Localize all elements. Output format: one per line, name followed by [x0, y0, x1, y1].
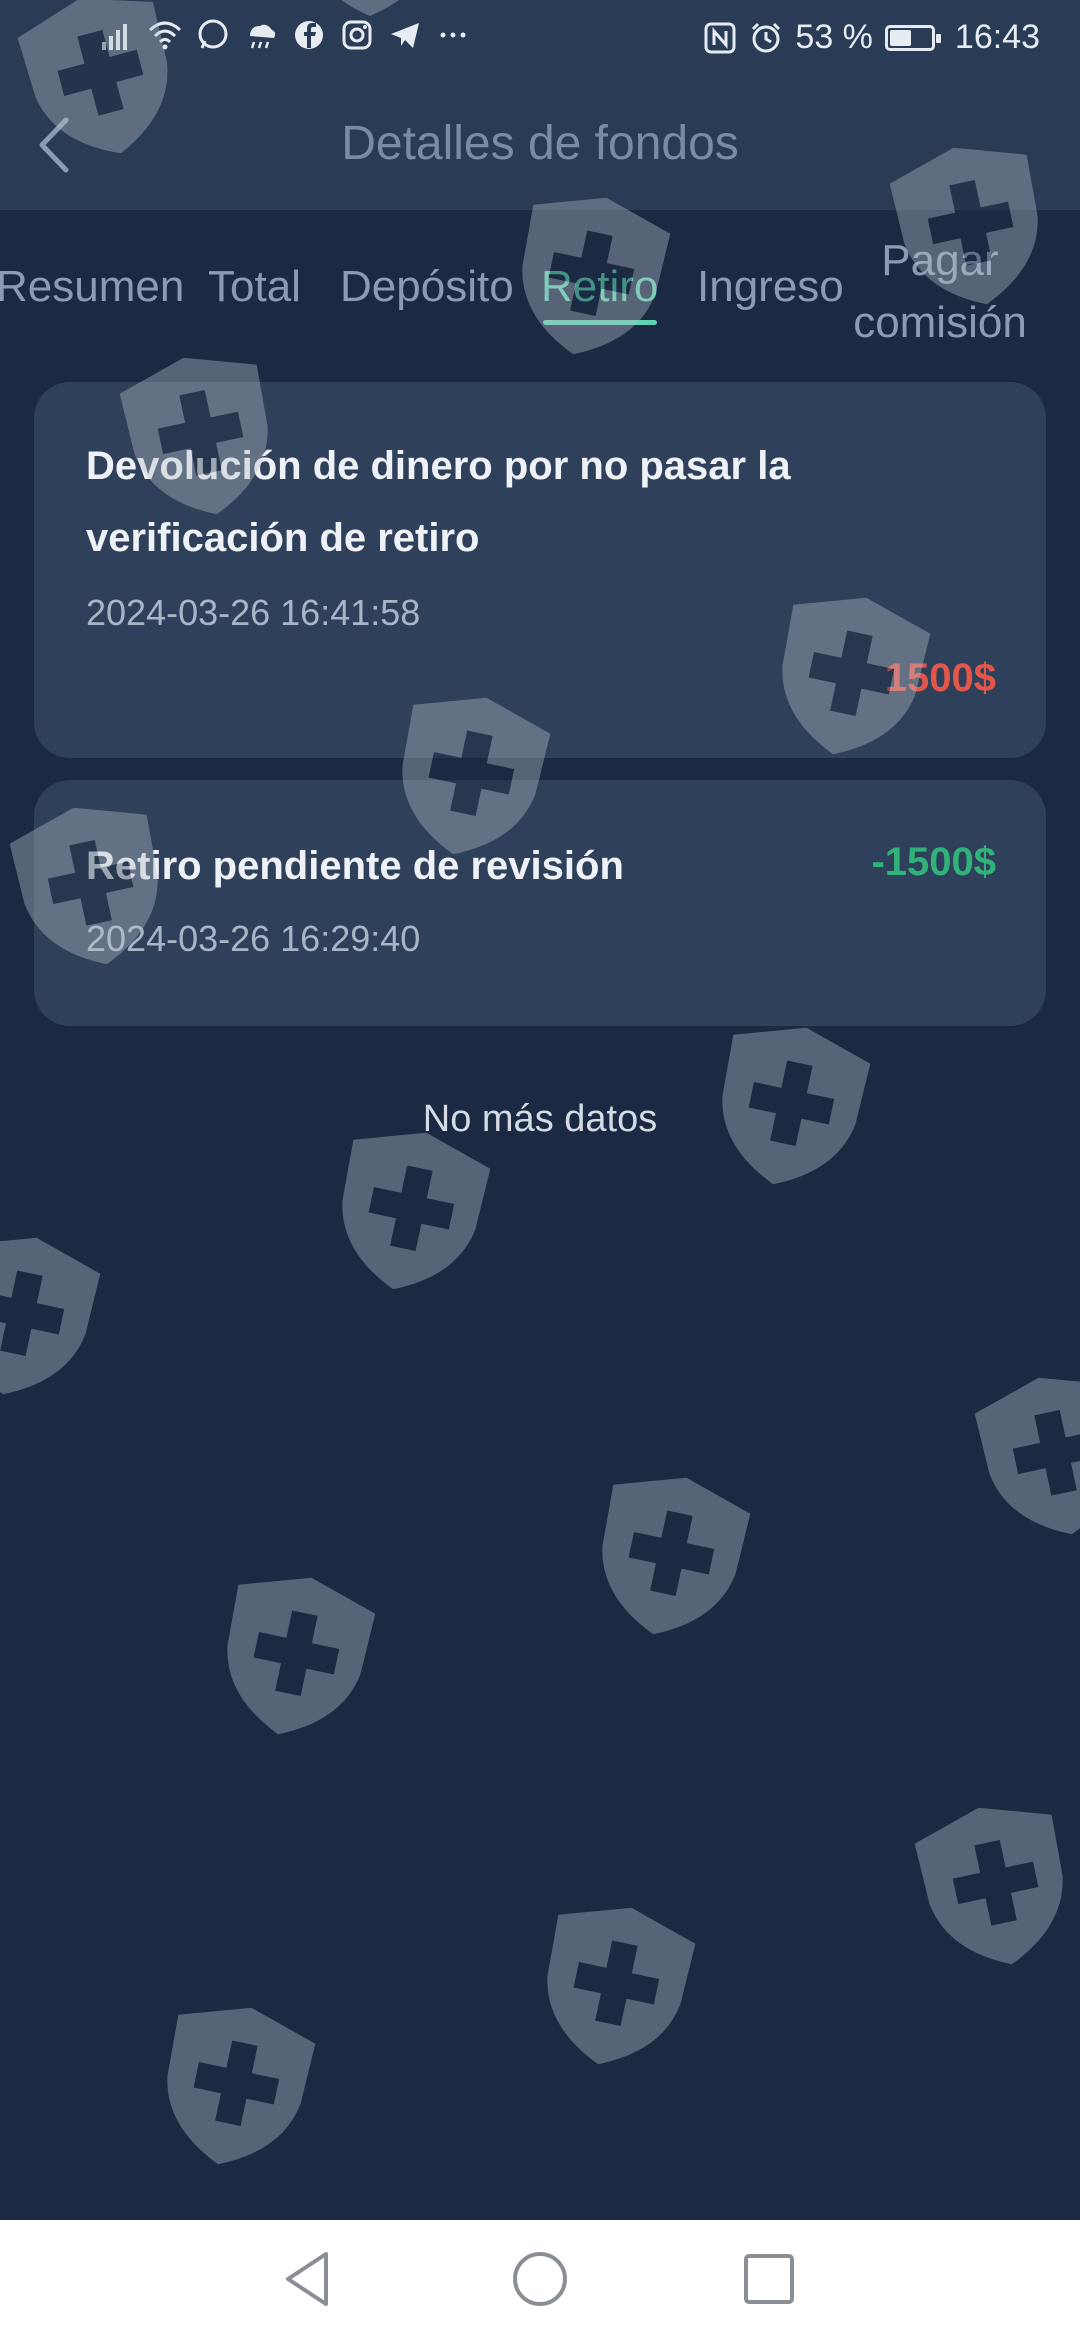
screen: 53 % 16:43 Detalles de fondos Resumen To…	[0, 0, 1080, 2340]
record-time: 2024-03-26 16:29:40	[86, 918, 421, 959]
tab-bar: Resumen Total Depósito Retiro Ingreso Pa…	[0, 210, 1080, 360]
shield-watermark-icon	[914, 1807, 1063, 1965]
battery-percent: 53 %	[795, 18, 873, 56]
nfc-icon	[704, 22, 736, 53]
tab-total[interactable]: Total	[208, 262, 301, 312]
home-circle-icon[interactable]	[505, 2244, 575, 2314]
battery-icon	[884, 24, 941, 51]
tab-deposito[interactable]: Depósito	[340, 262, 514, 312]
record-title: Retiro pendiente de revisión	[86, 844, 624, 888]
record-time: 2024-03-26 16:41:58	[86, 592, 421, 633]
shield-watermark-icon	[227, 1577, 376, 1735]
tab-resumen[interactable]: Resumen	[0, 262, 184, 312]
instagram-icon	[342, 20, 372, 50]
whatsapp-icon	[198, 19, 228, 49]
record-title: Devolución de dinero por no pasar la ver…	[86, 444, 791, 560]
status-left-icons	[100, 18, 470, 52]
no-more-data-text: No más datos	[422, 1098, 658, 1140]
back-triangle-icon[interactable]	[274, 2244, 344, 2314]
shield-watermark-icon	[602, 1477, 751, 1635]
wifi-icon	[148, 21, 182, 50]
tab-retiro[interactable]: Retiro	[541, 262, 658, 312]
status-right-icons: 53 % 16:43	[703, 18, 1040, 57]
shield-watermark-icon	[167, 2007, 316, 2165]
status-bar: 53 % 16:43	[0, 0, 1080, 80]
status-time: 16:43	[954, 18, 1040, 56]
tab-ingreso[interactable]: Ingreso	[697, 262, 844, 312]
shield-watermark-icon	[547, 1907, 696, 2065]
app-header: Detalles de fondos	[0, 80, 1080, 210]
record-card[interactable]: Retiro pendiente de revisión 2024-03-26 …	[34, 780, 1046, 1026]
telegram-icon	[391, 23, 419, 48]
shield-watermark-icon	[974, 1377, 1080, 1535]
record-card[interactable]: Devolución de dinero por no pasar la ver…	[34, 382, 1046, 758]
record-amount: -1500$	[871, 840, 996, 884]
record-amount: 1500$	[884, 656, 996, 700]
alarm-icon	[752, 22, 781, 52]
recents-square-icon[interactable]	[734, 2244, 804, 2314]
facebook-icon	[295, 21, 323, 49]
more-dots-icon	[440, 32, 466, 38]
active-tab-indicator	[543, 320, 657, 325]
battery-level	[889, 29, 911, 46]
shield-watermark-icon	[0, 1237, 101, 1395]
system-nav-bar	[0, 2220, 1080, 2340]
tab-pagar-comision[interactable]: Pagar comisión	[852, 230, 1028, 354]
signal-icon	[102, 24, 127, 50]
page-title: Detalles de fondos	[341, 117, 739, 170]
weather-icon	[250, 24, 276, 49]
